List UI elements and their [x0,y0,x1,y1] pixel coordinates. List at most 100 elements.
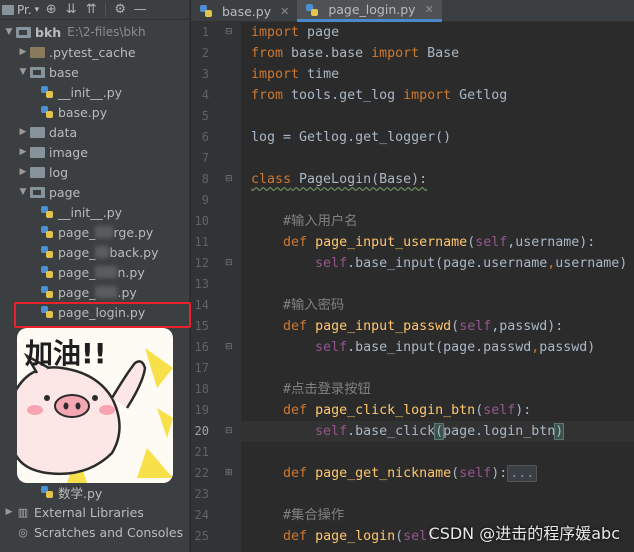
keyword-token: import [251,67,300,82]
code-line[interactable]: def page_input_username(self,username): [241,232,634,253]
python-file-icon [40,225,54,239]
tree-item-bkh[interactable]: ▼ bkh E:\2-files\bkh [0,22,189,42]
keyword-token: def [283,403,308,418]
tree-item-data[interactable]: ▶ data [0,122,189,142]
keyword-token: def [283,235,308,250]
code-token: .base_input(page.username [347,256,548,271]
tree-item-base-py[interactable]: base.py [0,102,189,122]
close-icon[interactable]: ✕ [425,3,434,16]
fold-icon[interactable]: ⊟ [225,425,235,437]
collapsed-arrow-icon[interactable]: ▶ [2,507,16,517]
fold-icon[interactable]: ⊞ [225,467,235,479]
tree-item-external-libraries[interactable]: ▶ ▥ External Libraries [0,502,189,522]
expand-arrow-icon[interactable]: ▼ [2,27,16,37]
code-line[interactable]: self.base_input(page.username,username) [241,253,634,274]
collapsed-arrow-icon[interactable]: ▶ [16,167,30,177]
expand-icon[interactable]: ⇈ [81,0,101,20]
code-token: ( [451,319,460,334]
code-line[interactable]: #点击登录按钮 [241,379,634,400]
toolbar-divider [105,2,107,17]
code-editor: base.py ✕ page_login.py ✕ 1 2 3 4 5 6 7 … [191,0,634,552]
collapse-icon[interactable]: ⇊ [61,0,81,20]
code-token: ( [467,235,476,250]
collapsed-arrow-icon[interactable]: ▶ [16,47,30,57]
python-file-icon [40,105,54,119]
fold-icon[interactable]: ⊟ [225,26,235,38]
line-number: 8 [201,172,209,186]
function-name-token: page_click_login_btn [315,403,476,418]
pig-body-shape [17,366,121,475]
tab-base-py[interactable]: base.py ✕ [191,0,297,22]
fold-icon[interactable]: ⊟ [225,173,235,185]
expand-arrow-icon[interactable]: ▼ [16,67,30,77]
python-file-icon [40,285,54,299]
gear-icon[interactable]: ⚙ [110,0,130,20]
tree-item-label: External Libraries [34,504,144,520]
code-line[interactable]: #输入用户名 [241,211,634,232]
tree-item-pytest-cache[interactable]: ▶ .pytest_cache [0,42,189,62]
tree-item-page[interactable]: ▼ page [0,182,189,202]
tree-item-math[interactable]: 数学.py [0,482,189,502]
tree-item-page-init[interactable]: __init__.py [0,202,189,222]
tree-item-label: 数学.py [58,485,103,501]
project-path: E:\2-files\bkh [67,25,146,39]
code-line[interactable]: self.base_input(page.passwd,passwd) [241,337,634,358]
tree-item-label: page_ [58,264,96,280]
keyword-token: import [251,25,300,40]
code-line[interactable]: from tools.get_log import Getlog [241,85,634,106]
tree-item-page-file[interactable]: page_ rge.py [0,222,189,242]
line-number: 1 [201,25,209,39]
code-line-current[interactable]: self.base_click(page.login_btn) [241,421,634,442]
tree-item-page-file[interactable]: page_ .py [0,282,189,302]
sparkle-shape [145,348,173,388]
collapsed-arrow-icon[interactable]: ▶ [16,127,30,137]
line-number: 3 [201,67,209,81]
fold-icon[interactable]: ⊟ [225,257,235,269]
code-area[interactable]: import page from base.base import Base i… [241,22,634,552]
tree-item-label: page_ [58,224,96,240]
line-number: 14 [194,298,209,312]
tree-item-base[interactable]: ▼ base [0,62,189,82]
code-line[interactable]: class PageLogin(Base): [241,169,634,190]
python-file-icon [40,265,54,279]
code-line[interactable]: def page_input_passwd(self,passwd): [241,316,634,337]
tree-item-page-file[interactable]: page_ n.py [0,262,189,282]
target-icon[interactable]: ⊕ [41,0,61,20]
tree-item-scratches[interactable]: ◎ Scratches and Consoles [0,522,189,542]
project-view-selector[interactable]: Pr. ▾ [2,3,39,17]
code-token: log = Getlog.get_logger() [251,130,452,145]
tree-item-label: __init__.py [58,84,123,100]
python-file-icon [40,485,54,499]
code-line[interactable]: import time [241,64,634,85]
tab-page-login-py[interactable]: page_login.py ✕ [297,0,442,22]
library-icon: ▥ [17,505,29,519]
tree-item-page-login[interactable]: page_login.py [0,302,189,322]
keyword-token: def [283,319,308,334]
close-icon[interactable]: ✕ [280,5,289,18]
code-token: base.base [283,46,372,61]
tree-item-page-file[interactable]: page_ back.py [0,242,189,262]
keyword-token: def [283,466,308,481]
tree-item-label-suffix: n.py [117,264,145,280]
line-number: 23 [194,487,209,501]
expand-arrow-icon[interactable]: ▼ [16,187,30,197]
code-token: PageLogin(Base): [291,172,428,187]
tree-item-label: page_login.py [58,304,146,320]
code-token: tools.get_log [283,88,404,103]
tree-item-base-init[interactable]: __init__.py [0,82,189,102]
minimize-icon[interactable]: — [130,0,150,20]
code-token: ( [451,466,460,481]
code-line[interactable]: log = Getlog.get_logger() [241,127,634,148]
tree-item-image[interactable]: ▶ image [0,142,189,162]
code-line[interactable]: def page_get_nickname(self):... [241,463,634,484]
tree-item-log[interactable]: ▶ log [0,162,189,182]
code-line[interactable]: from base.base import Base [241,43,634,64]
code-line[interactable]: import page [241,22,634,43]
code-line[interactable]: def page_click_login_btn(self): [241,400,634,421]
python-file-icon [40,305,54,319]
folded-code-placeholder[interactable]: ... [507,465,538,482]
code-line[interactable]: #输入密码 [241,295,634,316]
tree-item-label: Scratches and Consoles [34,524,184,540]
fold-icon[interactable]: ⊟ [225,341,235,353]
collapsed-arrow-icon[interactable]: ▶ [16,147,30,157]
